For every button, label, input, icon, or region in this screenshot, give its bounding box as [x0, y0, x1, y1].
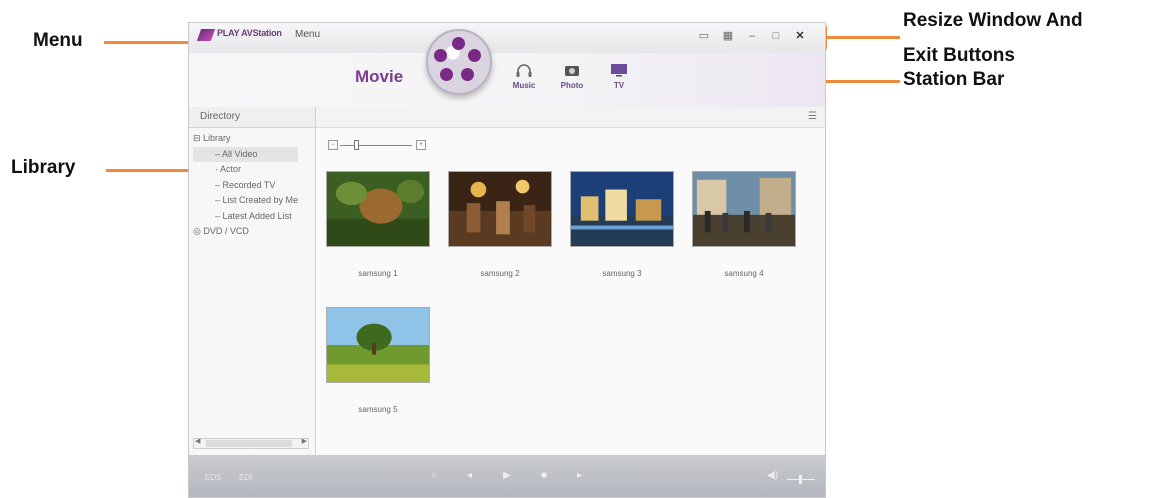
stop-icon[interactable]: ○: [431, 470, 437, 481]
tree-item-actor[interactable]: · Actor: [193, 162, 298, 178]
screen-mode-icon[interactable]: ▭: [697, 29, 711, 43]
list-view-icon[interactable]: ☰: [808, 111, 817, 122]
tree-dvd-label: DVD / VCD: [203, 226, 249, 236]
library-callout-label: Library: [11, 157, 76, 178]
station-music-label: Music: [512, 81, 536, 90]
tree-item-label: Recorded TV: [222, 179, 276, 190]
disc-icon: ◎: [193, 226, 201, 236]
window-controls: ▭ ▦ – □ ✕: [697, 29, 807, 43]
tree-item-recorded-tv[interactable]: – Recorded TV: [193, 178, 298, 194]
station-tv[interactable]: TV: [602, 63, 636, 90]
video-title: samsung 3: [602, 269, 642, 278]
minimize-icon[interactable]: –: [745, 29, 759, 43]
tv-icon: [611, 64, 627, 77]
tree-item-all-video[interactable]: – All Video: [193, 146, 299, 162]
video-thumbnail[interactable]: samsung 5: [326, 307, 430, 414]
tree-dvd-vcd[interactable]: ◎ DVD / VCD: [193, 224, 298, 240]
video-4-image: [692, 171, 796, 247]
scroll-left-icon[interactable]: ◀: [195, 437, 200, 445]
app-window: PLAY AVStation Menu ▭ ▦ – □ ✕ Movie Musi…: [188, 22, 826, 498]
resize-callout-line: [826, 36, 900, 39]
resize-callout-label-2: Exit Buttons: [903, 45, 1015, 66]
tree-item-label: All Video: [222, 148, 258, 159]
maximize-icon[interactable]: □: [769, 29, 783, 43]
video-title: samsung 2: [480, 269, 520, 278]
title-bar: PLAY AVStation Menu ▭ ▦ – □ ✕: [189, 23, 825, 53]
video-2-image: [448, 171, 552, 247]
zoom-in-icon[interactable]: +: [416, 140, 426, 150]
film-reel-icon[interactable]: [426, 29, 492, 95]
station-bar: Movie Music Photo TV: [189, 29, 825, 107]
directory-header: Directory: [189, 107, 315, 128]
station-callout-label: Station Bar: [903, 69, 1005, 90]
video-thumbnail[interactable]: samsung 1: [326, 171, 430, 278]
video-title: samsung 1: [358, 269, 398, 278]
tree-item-latest-added[interactable]: – Latest Added List: [193, 209, 298, 225]
zoom-out-icon[interactable]: −: [328, 140, 338, 150]
menu-button[interactable]: Menu: [295, 29, 320, 40]
volume-slider-knob[interactable]: [799, 475, 802, 484]
video-thumbnail[interactable]: samsung 3: [570, 171, 674, 278]
video-title: samsung 5: [358, 405, 398, 414]
pause-icon[interactable]: ■: [541, 470, 547, 481]
station-tv-label: TV: [613, 81, 625, 90]
video-thumbnail[interactable]: samsung 4: [692, 171, 796, 278]
video-1-image: [326, 171, 430, 247]
video-title: samsung 4: [724, 269, 764, 278]
headphones-icon: [516, 64, 532, 77]
app-logo-icon: [196, 29, 216, 41]
playbar-label-2[interactable]: EDI: [239, 473, 252, 482]
slider-knob[interactable]: [354, 140, 359, 150]
content-toolbar: ☰: [316, 107, 825, 128]
video-grid-panel: ☰ − + samsung 1 samsung 2 samsung 3 sams…: [316, 107, 825, 455]
app-name: PLAY AVStation: [217, 28, 282, 38]
tree-item-list-created[interactable]: – List Created by Me: [193, 193, 298, 209]
thumbnail-size-slider[interactable]: − +: [328, 139, 428, 151]
station-movie-label[interactable]: Movie: [355, 67, 403, 87]
tree-library-label: Library: [203, 133, 231, 143]
layout-icon[interactable]: ▦: [721, 29, 735, 43]
station-music[interactable]: Music: [507, 63, 541, 90]
tree-item-label: Actor: [220, 164, 242, 174]
menu-callout-label: Menu: [33, 30, 83, 51]
station-photo-label: Photo: [560, 81, 584, 90]
play-icon[interactable]: ▶: [503, 470, 511, 481]
directory-panel: Directory ⊟ Library – All Video · Actor …: [189, 107, 316, 455]
video-3-image: [570, 171, 674, 247]
library-tree: ⊟ Library – All Video · Actor – Recorded…: [193, 131, 299, 240]
previous-icon[interactable]: ◂: [467, 470, 472, 481]
video-5-image: [326, 307, 430, 383]
resize-callout-label-1: Resize Window And: [903, 10, 1083, 31]
video-thumbnail[interactable]: samsung 2: [448, 171, 552, 278]
library-callout-line: [106, 169, 192, 172]
scroll-right-icon[interactable]: ▶: [302, 437, 307, 445]
station-photo[interactable]: Photo: [555, 63, 589, 90]
playback-bar: EDS EDI ○ ◂ ▶ ■ ▸ ◀): [189, 455, 825, 497]
scroll-thumb[interactable]: [206, 440, 292, 447]
horizontal-scrollbar[interactable]: ◀ ▶: [193, 438, 309, 449]
tree-item-label: Latest Added List: [222, 210, 292, 221]
playbar-label-1[interactable]: EDS: [205, 473, 221, 482]
tree-item-label: List Created by Me: [222, 195, 299, 205]
camera-icon: [565, 66, 579, 76]
close-icon[interactable]: ✕: [793, 29, 807, 43]
next-icon[interactable]: ▸: [577, 470, 582, 481]
volume-icon[interactable]: ◀): [767, 470, 778, 481]
slider-track: [340, 145, 412, 146]
tree-library[interactable]: ⊟ Library: [193, 131, 298, 147]
